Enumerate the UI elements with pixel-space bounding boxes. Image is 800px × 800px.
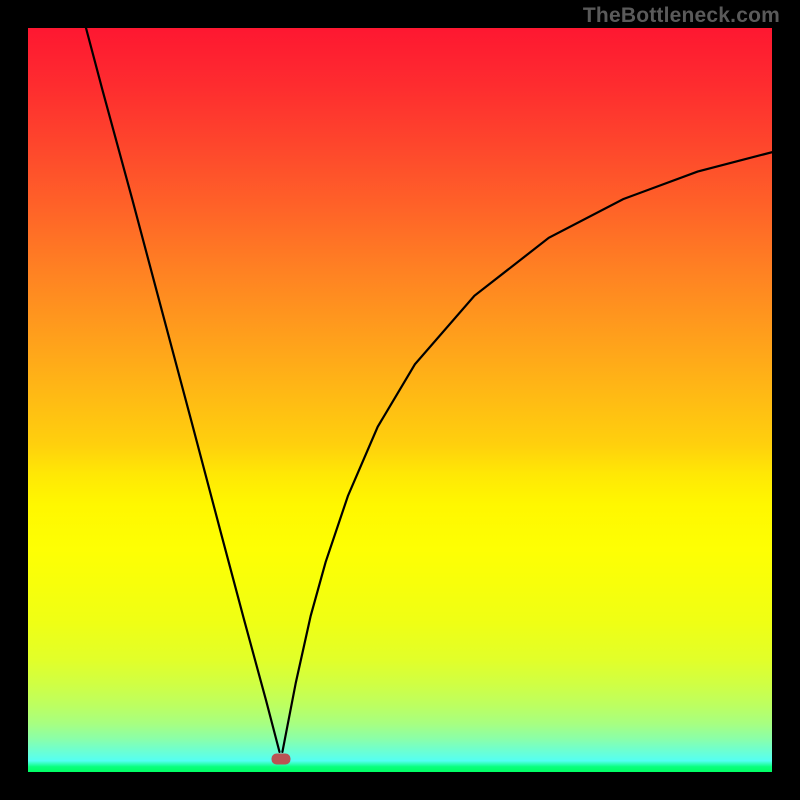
watermark-text: TheBottleneck.com [583, 4, 780, 28]
chart-plot-area [28, 28, 772, 772]
optimal-point-marker [271, 753, 290, 764]
bottleneck-curve [28, 28, 772, 772]
curve-right-segment [282, 152, 772, 752]
curve-left-segment [86, 28, 280, 752]
